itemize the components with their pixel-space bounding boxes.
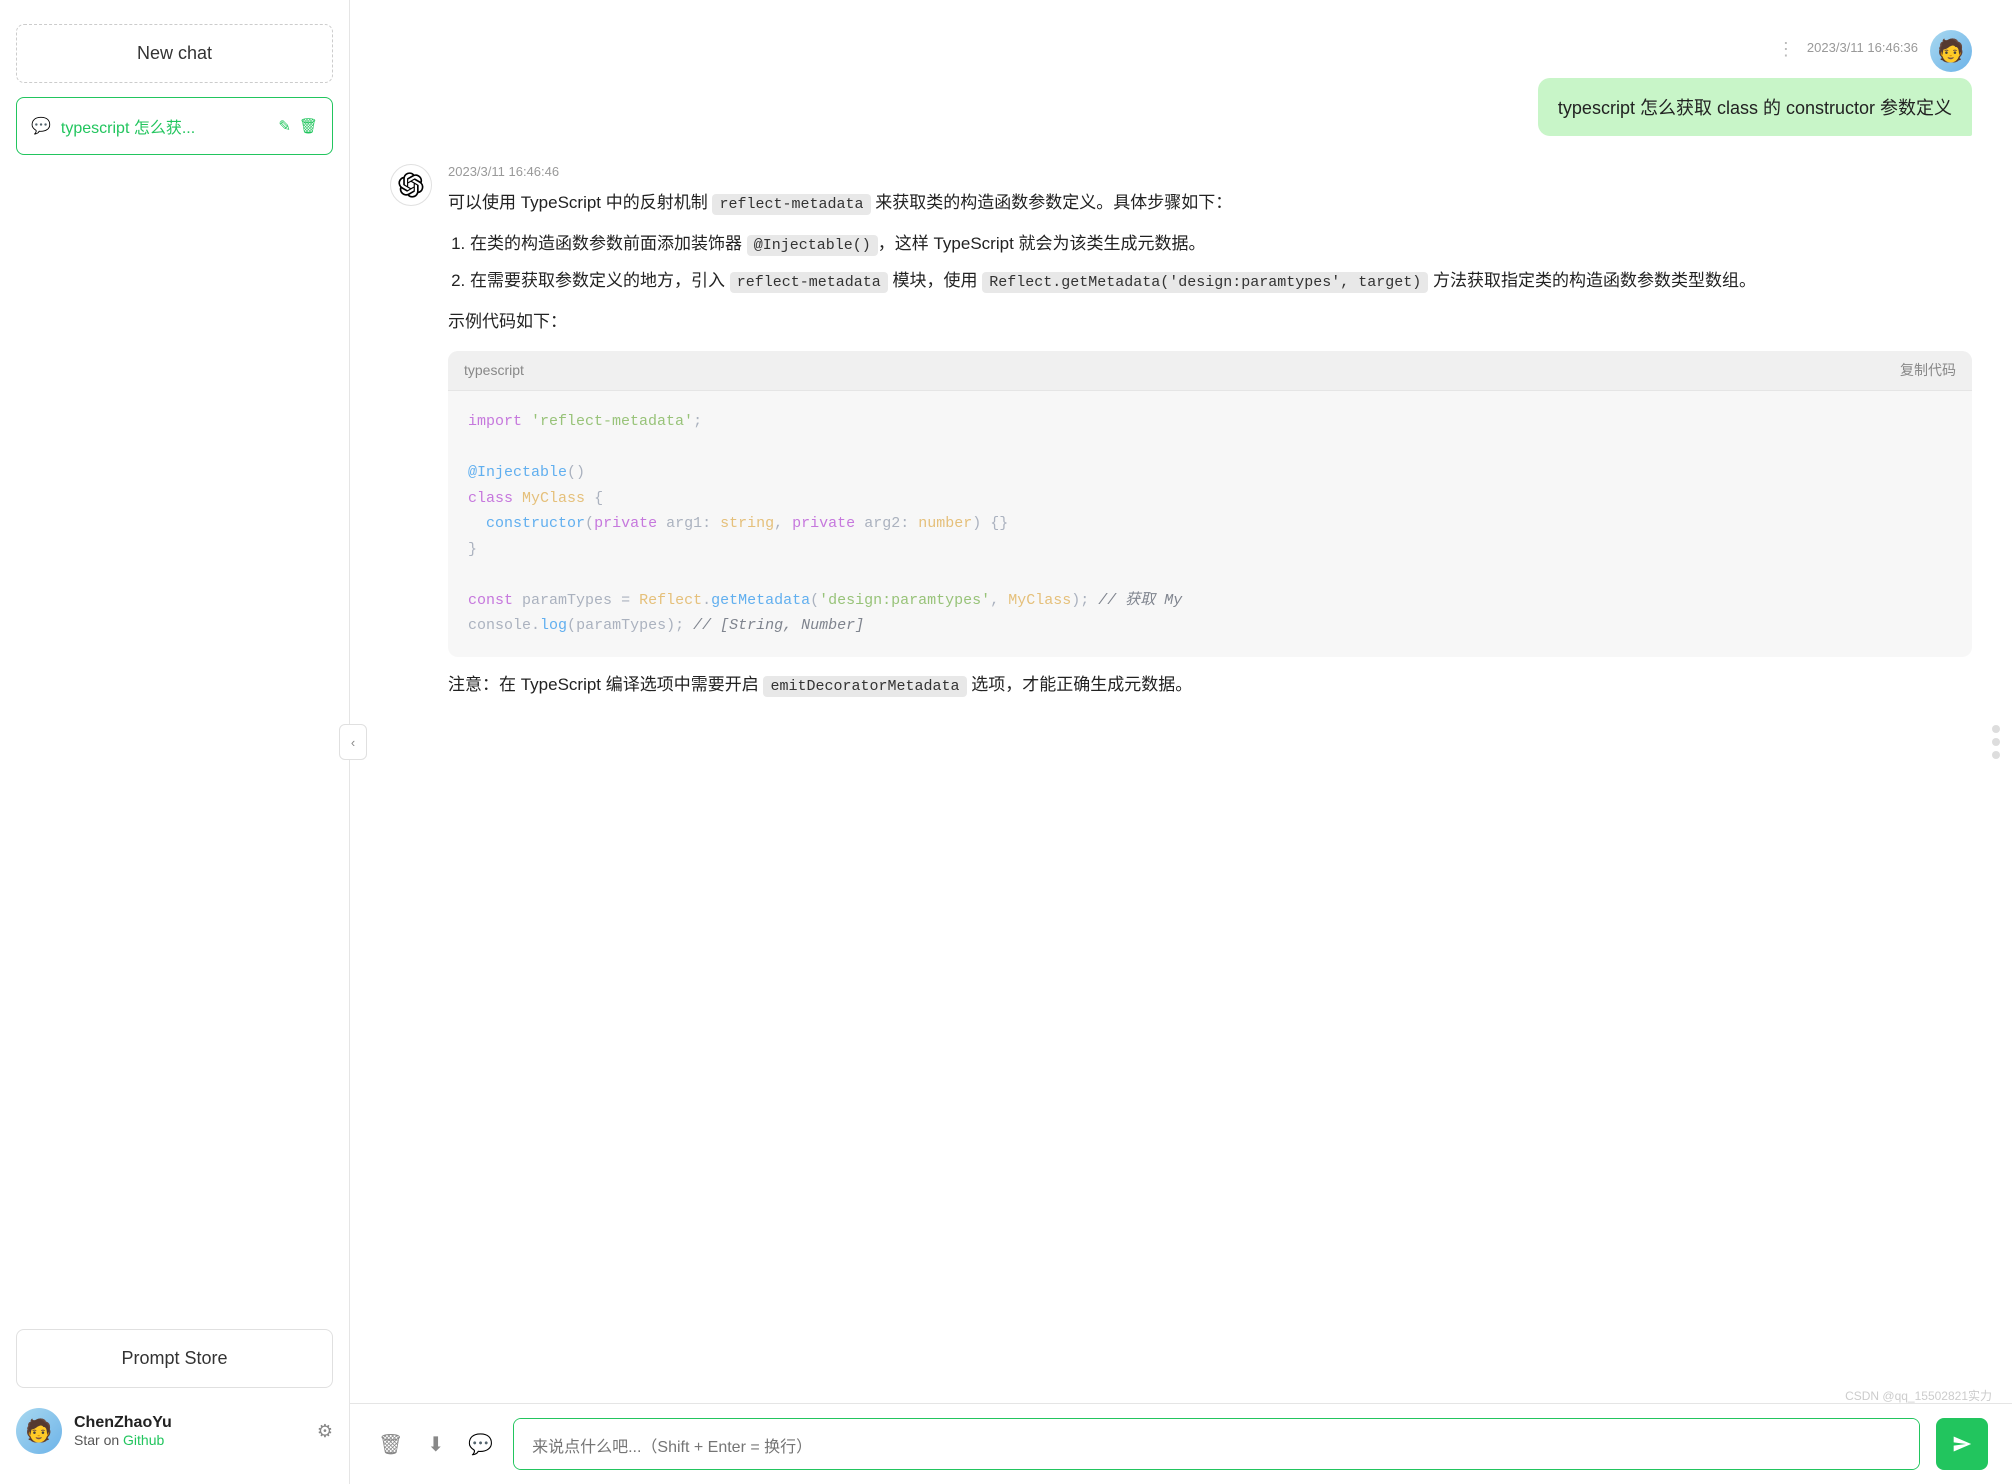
user-message-bubble: typescript 怎么获取 class 的 constructor 参数定义 [1538,78,1972,136]
chat-icon: 💬 [31,116,51,136]
code-line-5: constructor(private arg1: string, privat… [468,511,1952,537]
prompt-store-button[interactable]: Prompt Store [16,1329,333,1388]
copy-code-button[interactable]: 复制代码 [1900,360,1956,380]
collapse-sidebar-button[interactable]: ‹ [339,724,367,760]
chat-action-button[interactable]: 💬 [464,1428,497,1461]
inline-code-reflect: reflect-metadata [712,194,870,215]
avatar: 🧑 [16,1408,62,1454]
ai-message-text: 可以使用 TypeScript 中的反射机制 reflect-metadata … [448,189,1972,700]
ai-intro-text: 可以使用 TypeScript 中的反射机制 reflect-metadata … [448,189,1972,218]
send-icon [1952,1434,1972,1454]
inline-code-injectable: @Injectable() [747,235,878,256]
code-line-6: } [468,537,1952,563]
code-language-label: typescript [464,359,524,383]
user-name: ChenZhaoYu [74,1414,305,1432]
github-link[interactable]: Github [123,1432,164,1448]
chat-item-title: typescript 怎么获... [61,114,268,138]
inline-code-reflect2: reflect-metadata [730,272,888,293]
ai-example-intro: 示例代码如下： [448,308,1972,337]
scroll-dot-1 [1992,725,2000,733]
ai-step-2: 在需要获取参数定义的地方，引入 reflect-metadata 模块，使用 R… [470,267,1972,296]
user-avatar: 🧑 [1930,30,1972,72]
settings-icon[interactable]: ⚙ [317,1421,333,1442]
ai-avatar [390,164,432,206]
star-text: Star on [74,1432,123,1448]
watermark: CSDN @qq_15502821实力 [1845,1387,1992,1404]
chat-item-actions: ✎ 🗑 [278,117,318,135]
code-line-4: class MyClass { [468,486,1952,512]
ai-message-content: 2023/3/11 16:46:46 可以使用 TypeScript 中的反射机… [448,164,1972,712]
chat-list-item[interactable]: 💬 typescript 怎么获... ✎ 🗑 [16,97,333,155]
send-button[interactable] [1936,1418,1988,1470]
sidebar: New chat 💬 typescript 怎么获... ✎ 🗑 Prompt … [0,0,350,1484]
main-chat-area: ⋮ 2023/3/11 16:46:36 🧑 typescript 怎么获取 c… [350,0,2012,1484]
inline-code-emitdecorator: emitDecoratorMetadata [763,676,966,697]
user-details: ChenZhaoYu Star on Github [74,1414,305,1448]
user-info: 🧑 ChenZhaoYu Star on Github ⚙ [16,1402,333,1460]
code-block: typescript 复制代码 import 'reflect-metadata… [448,351,1972,657]
message-more-icon[interactable]: ⋮ [1777,39,1795,60]
code-line-1: import 'reflect-metadata'; [468,409,1952,435]
ai-note-text: 注意：在 TypeScript 编译选项中需要开启 emitDecoratorM… [448,671,1972,700]
user-message: ⋮ 2023/3/11 16:46:36 🧑 typescript 怎么获取 c… [390,30,1972,136]
scroll-indicator [1992,725,2000,759]
ai-message-timestamp: 2023/3/11 16:46:46 [448,164,1972,179]
scroll-dot-3 [1992,751,2000,759]
new-chat-button[interactable]: New chat [16,24,333,83]
inline-code-getmeta: Reflect.getMetadata('design:paramtypes',… [982,272,1428,293]
download-button[interactable]: ⬇ [423,1428,448,1461]
clear-button[interactable]: 🗑 [374,1428,407,1461]
chat-input[interactable] [513,1418,1920,1470]
ai-steps-list: 在类的构造函数参数前面添加装饰器 @Injectable()，这样 TypeSc… [470,230,1972,296]
ai-message: 2023/3/11 16:46:46 可以使用 TypeScript 中的反射机… [390,164,1972,712]
delete-icon[interactable]: 🗑 [299,117,318,135]
user-sub: Star on Github [74,1432,305,1448]
code-block-header: typescript 复制代码 [448,351,1972,392]
user-message-timestamp: 2023/3/11 16:46:36 [1807,40,1918,55]
ai-step-1: 在类的构造函数参数前面添加装饰器 @Injectable()，这样 TypeSc… [470,230,1972,259]
input-area: 🗑 ⬇ 💬 [350,1403,2012,1484]
sidebar-bottom: Prompt Store 🧑 ChenZhaoYu Star on Github… [16,1329,333,1460]
code-line-7: const paramTypes = Reflect.getMetadata('… [468,588,1952,614]
code-line-blank2 [468,562,1952,588]
code-line-blank [468,435,1952,461]
scroll-dot-2 [1992,738,2000,746]
code-line-3: @Injectable() [468,460,1952,486]
edit-icon[interactable]: ✎ [278,117,291,135]
chat-messages: ⋮ 2023/3/11 16:46:36 🧑 typescript 怎么获取 c… [350,0,2012,1403]
code-line-8: console.log(paramTypes); // [String, Num… [468,613,1952,639]
code-block-body: import 'reflect-metadata'; @Injectable()… [448,391,1972,657]
